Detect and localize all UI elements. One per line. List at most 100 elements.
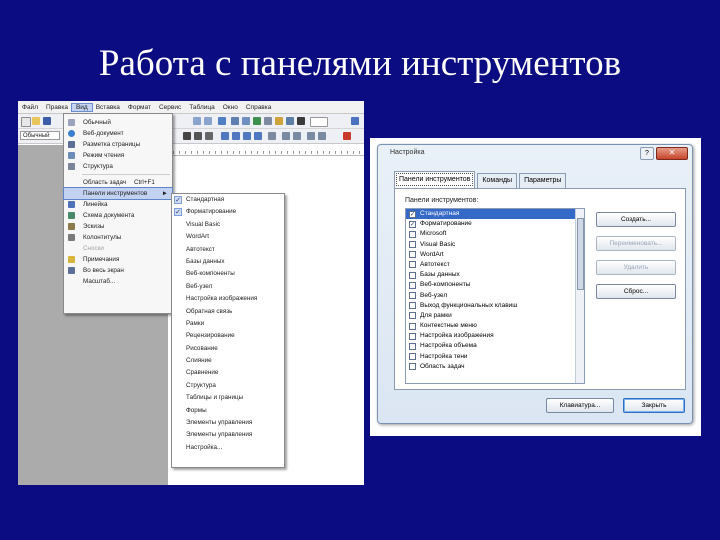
- close-button[interactable]: Закрыть: [623, 398, 685, 413]
- tab-options[interactable]: Параметры: [519, 173, 567, 188]
- justify-icon[interactable]: [254, 132, 262, 140]
- list-item[interactable]: Настройка тени: [406, 352, 584, 362]
- checkbox[interactable]: [409, 251, 416, 259]
- list-item[interactable]: Настройка объема: [406, 341, 584, 351]
- checkbox[interactable]: [409, 241, 416, 249]
- list-item[interactable]: ✓ Форматирование: [406, 219, 584, 229]
- checkbox[interactable]: [409, 292, 416, 299]
- keyboard-button[interactable]: Клавиатура...: [546, 398, 614, 413]
- list-item[interactable]: Выход функциональных клавиш: [406, 301, 584, 311]
- undo-icon[interactable]: [193, 117, 201, 125]
- save-icon[interactable]: [43, 117, 51, 125]
- align-left-icon[interactable]: [221, 132, 229, 140]
- list-scrollbar[interactable]: [575, 209, 584, 383]
- view-menu-item[interactable]: Примечания: [64, 254, 172, 265]
- submenu-item[interactable]: Сравнение: [172, 367, 284, 379]
- columns-icon[interactable]: [264, 117, 272, 125]
- new-doc-icon[interactable]: [21, 117, 31, 127]
- submenu-item[interactable]: Рисование: [172, 343, 284, 355]
- numbering-icon[interactable]: [282, 132, 290, 140]
- rename-button[interactable]: Переименовать...: [596, 236, 676, 251]
- checkbox[interactable]: [409, 312, 416, 320]
- doc-map-tb-icon[interactable]: [286, 117, 294, 125]
- style-dropdown[interactable]: Обычный: [20, 131, 60, 140]
- horizontal-ruler[interactable]: [168, 145, 364, 156]
- delete-button[interactable]: Удалить: [596, 260, 676, 275]
- list-item[interactable]: Настройка изображения: [406, 331, 584, 341]
- checkbox[interactable]: [409, 261, 416, 269]
- list-item[interactable]: Microsoft: [406, 229, 584, 239]
- menu-window[interactable]: Окно: [219, 104, 242, 111]
- submenu-item[interactable]: Базы данных: [172, 256, 284, 268]
- open-folder-icon[interactable]: [32, 117, 40, 125]
- checkbox[interactable]: [409, 302, 416, 310]
- menu-view[interactable]: Вид: [70, 102, 93, 112]
- redo-icon[interactable]: [204, 117, 212, 125]
- list-item[interactable]: Visual Basic: [406, 240, 584, 250]
- menu-help[interactable]: Справка: [242, 104, 276, 111]
- list-item[interactable]: Контекстные меню: [406, 321, 584, 331]
- checkbox[interactable]: [409, 353, 416, 361]
- submenu-item[interactable]: Рецензирование: [172, 330, 284, 342]
- view-menu-item[interactable]: Область задач Ctrl+F1: [64, 177, 172, 188]
- list-item[interactable]: Веб-компоненты: [406, 280, 584, 290]
- checkbox[interactable]: ✓: [409, 210, 416, 218]
- checkbox[interactable]: [409, 281, 416, 289]
- menu-tools[interactable]: Сервис: [155, 104, 185, 111]
- bold-icon[interactable]: [183, 132, 191, 140]
- submenu-item[interactable]: ✓ Форматирование: [172, 206, 284, 218]
- reset-button[interactable]: Сброс...: [596, 284, 676, 299]
- submenu-item[interactable]: Элементы управления: [172, 429, 284, 441]
- list-item[interactable]: Веб-узел: [406, 291, 584, 301]
- submenu-item[interactable]: Visual Basic: [172, 219, 284, 231]
- checkbox[interactable]: [409, 342, 416, 350]
- view-menu-item[interactable]: Обычный: [64, 117, 172, 128]
- bullets-icon[interactable]: [293, 132, 301, 140]
- list-item[interactable]: Для рамки: [406, 311, 584, 321]
- submenu-item[interactable]: Настройка изображения: [172, 293, 284, 305]
- submenu-item[interactable]: Формы: [172, 405, 284, 417]
- submenu-item[interactable]: Элементы управления: [172, 417, 284, 429]
- menu-format[interactable]: Формат: [124, 104, 155, 111]
- tab-toolbars[interactable]: Панели инструментов: [394, 171, 476, 188]
- create-button[interactable]: Создать...: [596, 212, 676, 227]
- help-tb-icon[interactable]: [351, 117, 359, 125]
- checkbox[interactable]: [409, 332, 416, 340]
- view-menu-item[interactable]: Схема документа: [64, 210, 172, 221]
- view-menu-item[interactable]: Веб-документ: [64, 128, 172, 139]
- menu-file[interactable]: Файл: [18, 104, 42, 111]
- checkbox[interactable]: [409, 230, 416, 238]
- checkbox[interactable]: ✓: [409, 220, 416, 228]
- view-menu-item[interactable]: Колонтитулы: [64, 232, 172, 243]
- list-item[interactable]: Автотекст: [406, 260, 584, 270]
- view-menu-item[interactable]: Масштаб...: [64, 276, 172, 287]
- scrollbar-thumb[interactable]: [577, 218, 584, 290]
- view-menu-item[interactable]: Эскизы: [64, 221, 172, 232]
- menu-edit[interactable]: Правка: [42, 104, 72, 111]
- line-spacing-icon[interactable]: [268, 132, 276, 140]
- view-menu-item-toolbars[interactable]: Панели инструментов ►: [63, 187, 173, 200]
- submenu-item[interactable]: WordArt: [172, 231, 284, 243]
- submenu-item[interactable]: Обратная связь: [172, 306, 284, 318]
- indent-icon[interactable]: [307, 132, 315, 140]
- drawing-icon[interactable]: [275, 117, 283, 125]
- submenu-item[interactable]: Слияние: [172, 355, 284, 367]
- hyperlink-icon[interactable]: [218, 117, 226, 125]
- list-item[interactable]: ✓ Стандартная: [406, 209, 584, 220]
- underline-icon[interactable]: [205, 132, 213, 140]
- toolbars-list[interactable]: ✓ Стандартная ✓ Форматирование Microsoft V…: [405, 208, 585, 384]
- align-right-icon[interactable]: [243, 132, 251, 140]
- submenu-item[interactable]: Структура: [172, 380, 284, 392]
- insert-table-icon[interactable]: [242, 117, 250, 125]
- submenu-item[interactable]: ✓ Стандартная: [172, 194, 284, 206]
- submenu-item[interactable]: Таблицы и границы: [172, 392, 284, 404]
- submenu-item[interactable]: Автотекст: [172, 244, 284, 256]
- view-menu-item[interactable]: Режим чтения: [64, 150, 172, 161]
- view-menu-item[interactable]: Во весь экран: [64, 265, 172, 276]
- view-menu-item[interactable]: Линейка: [64, 199, 172, 210]
- italic-icon[interactable]: [194, 132, 202, 140]
- menu-table[interactable]: Таблица: [185, 104, 219, 111]
- list-item[interactable]: Область задач: [406, 362, 584, 372]
- insert-excel-icon[interactable]: [253, 117, 261, 125]
- submenu-item[interactable]: Настройка...: [172, 442, 284, 454]
